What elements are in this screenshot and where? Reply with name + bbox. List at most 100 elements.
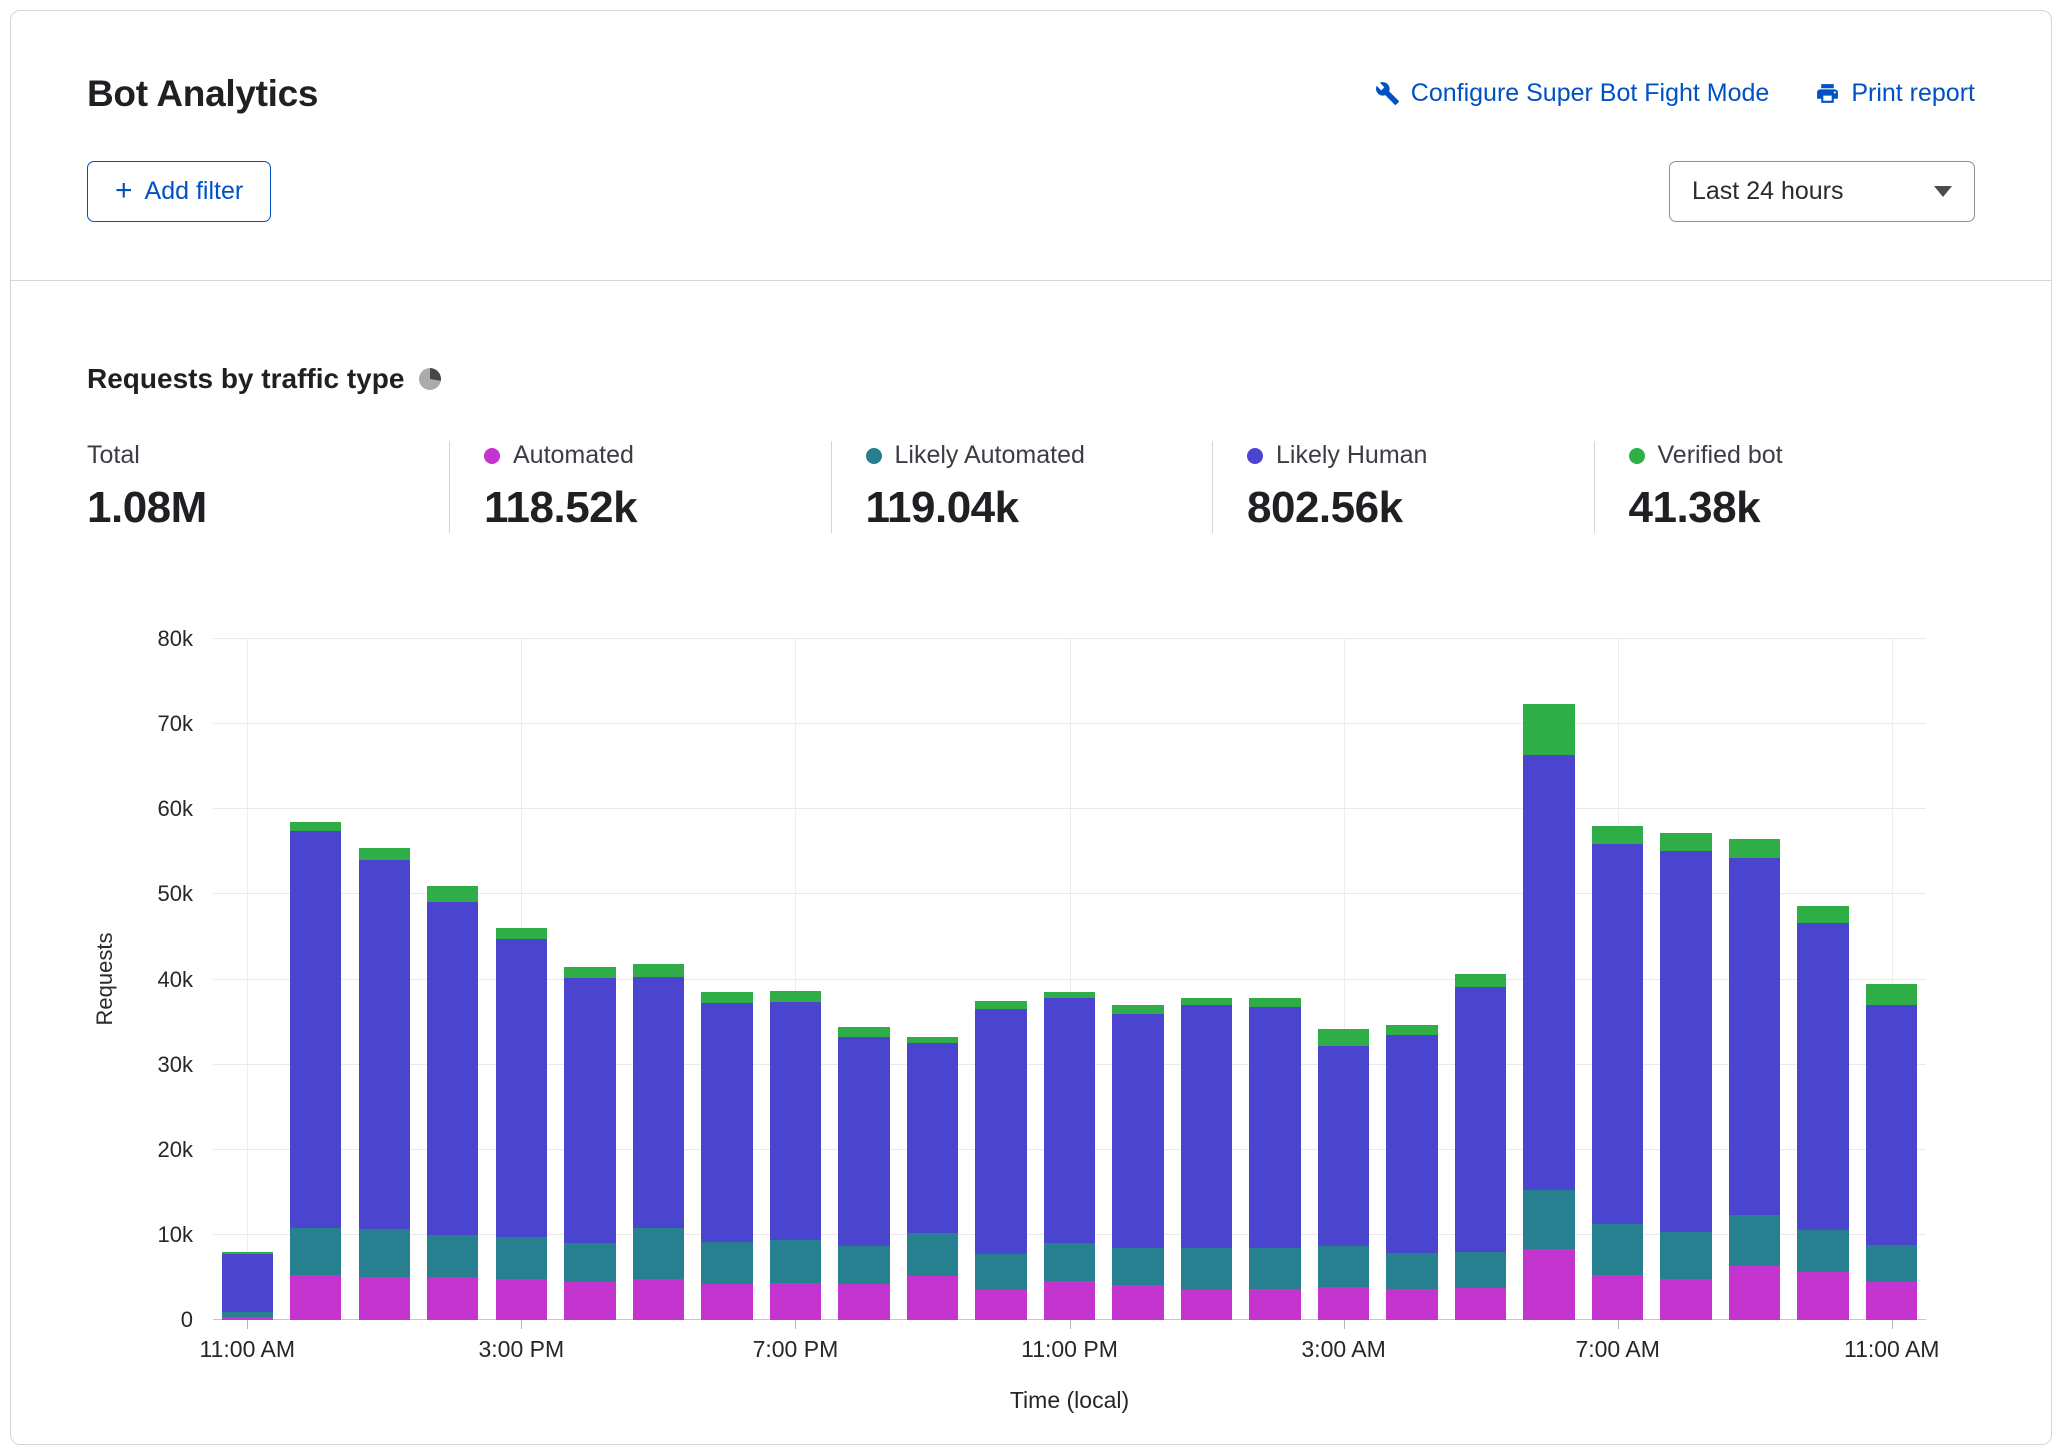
stat-likely-automated-label: Likely Automated [895, 441, 1085, 470]
y-tick-label: 80k [158, 626, 193, 652]
bar-segment-likely-human [564, 978, 615, 1244]
bar-segment-likely-automated [564, 1243, 615, 1281]
bar-segment-automated [1386, 1289, 1437, 1320]
pie-chart-icon [419, 368, 441, 390]
bar-segment-likely-automated [1318, 1246, 1369, 1287]
bar-segment-likely-human [838, 1037, 889, 1246]
add-filter-label: Add filter [145, 177, 244, 206]
x-tick-mark [1070, 1320, 1071, 1329]
bar-slot [1378, 639, 1447, 1320]
y-tick-label: 0 [181, 1307, 193, 1333]
y-tick-label: 20k [158, 1137, 193, 1163]
y-axis-tick-labels: 010k20k30k40k50k60k70k80k [87, 639, 193, 1320]
bar-segment-likely-human [1592, 844, 1643, 1224]
bar-segment-likely-human [359, 860, 410, 1229]
x-axis-title: Time (local) [213, 1387, 1926, 1414]
configure-super-bot-fight-mode-link[interactable]: Configure Super Bot Fight Mode [1375, 79, 1770, 108]
y-tick-label: 30k [158, 1052, 193, 1078]
bar-segment-likely-automated [1455, 1252, 1506, 1288]
card-body: Requests by traffic type Total 1.08M Aut… [11, 281, 2051, 1439]
stacked-bar [838, 1027, 889, 1320]
bar-segment-automated [1797, 1272, 1848, 1320]
time-range-value: Last 24 hours [1692, 177, 1844, 206]
y-tick-label: 70k [158, 711, 193, 737]
requests-chart: Requests 010k20k30k40k50k60k70k80k 11:00… [87, 639, 1975, 1439]
bar-slot [282, 639, 351, 1320]
verified-bot-dot-icon [1629, 448, 1645, 464]
bar-slot [1104, 639, 1173, 1320]
bar-segment-verified-bot [496, 928, 547, 939]
bar-segment-likely-automated [1523, 1190, 1574, 1250]
stacked-bar [1797, 906, 1848, 1320]
stat-likely-automated: Likely Automated 119.04k [831, 441, 1213, 533]
section-title: Requests by traffic type [87, 363, 1975, 395]
stacked-bar [427, 886, 478, 1320]
y-tick-label: 50k [158, 881, 193, 907]
bar-segment-automated [633, 1279, 684, 1320]
bar-segment-likely-human [1866, 1005, 1917, 1245]
automated-dot-icon [484, 448, 500, 464]
x-tick-mark [1892, 1320, 1893, 1329]
bar-segment-automated [496, 1279, 547, 1320]
stacked-bar [290, 822, 341, 1320]
bar-segment-verified-bot [564, 967, 615, 978]
bar-segment-verified-bot [290, 822, 341, 831]
stacked-bar [633, 964, 684, 1320]
bar-segment-verified-bot [838, 1027, 889, 1037]
x-tick-label: 3:00 AM [1301, 1336, 1385, 1363]
bar-segment-automated [359, 1277, 410, 1320]
x-tick-mark [1344, 1320, 1345, 1329]
bar-segment-likely-automated [1866, 1245, 1917, 1282]
print-report-link[interactable]: Print report [1815, 79, 1975, 108]
stacked-bar [1729, 839, 1780, 1320]
stacked-bar [1044, 992, 1095, 1320]
bar-segment-verified-bot [975, 1001, 1026, 1010]
bar-segment-likely-human [1660, 851, 1711, 1232]
x-tick-mark [521, 1320, 522, 1329]
stacked-bar [564, 967, 615, 1320]
stat-total: Total 1.08M [87, 441, 449, 533]
bar-slot [350, 639, 419, 1320]
bar-slot [419, 639, 488, 1320]
stat-verified-bot-label: Verified bot [1658, 441, 1783, 470]
bar-segment-verified-bot [1797, 906, 1848, 923]
bar-slot [1241, 639, 1310, 1320]
x-axis-tick-labels: 11:00 AM3:00 PM7:00 PM11:00 PM3:00 AM7:0… [213, 1336, 1926, 1366]
add-filter-button[interactable]: + Add filter [87, 161, 271, 222]
chart-plot-area [213, 639, 1926, 1320]
bar-segment-verified-bot [633, 964, 684, 977]
x-tick-label: 11:00 AM [200, 1336, 295, 1363]
bar-segment-likely-human [1729, 858, 1780, 1216]
bar-segment-likely-human [1455, 987, 1506, 1252]
stat-verified-bot-value: 41.38k [1629, 483, 1976, 533]
bar-segment-verified-bot [907, 1037, 958, 1044]
bar-slot [1857, 639, 1926, 1320]
stat-likely-human-value: 802.56k [1247, 483, 1594, 533]
bar-segment-likely-human [427, 902, 478, 1235]
x-tick-label: 11:00 PM [1021, 1336, 1118, 1363]
bar-segment-automated [1455, 1288, 1506, 1320]
stat-total-value: 1.08M [87, 483, 449, 533]
bar-segment-likely-human [1112, 1014, 1163, 1248]
bar-segment-automated [701, 1284, 752, 1320]
bar-segment-automated [770, 1283, 821, 1320]
stacked-bar [1592, 826, 1643, 1320]
bar-segment-likely-automated [1797, 1230, 1848, 1273]
bar-segment-likely-human [1044, 998, 1095, 1242]
stacked-bar [1249, 998, 1300, 1320]
wrench-icon [1375, 81, 1400, 106]
bar-segment-verified-bot [1523, 704, 1574, 755]
stat-automated: Automated 118.52k [449, 441, 831, 533]
plus-icon: + [115, 176, 133, 206]
time-range-select[interactable]: Last 24 hours [1669, 161, 1975, 222]
bar-segment-verified-bot [1318, 1029, 1369, 1046]
bar-segment-likely-human [975, 1009, 1026, 1253]
bar-segment-likely-human [496, 939, 547, 1237]
bar-slot [967, 639, 1036, 1320]
stacked-bar [222, 1252, 273, 1320]
card-header: Bot Analytics Configure Super Bot Fight … [11, 11, 2051, 280]
bar-slot [898, 639, 967, 1320]
bar-segment-verified-bot [1455, 974, 1506, 987]
x-tick-label: 7:00 PM [753, 1336, 839, 1363]
bar-segment-likely-human [1523, 755, 1574, 1190]
